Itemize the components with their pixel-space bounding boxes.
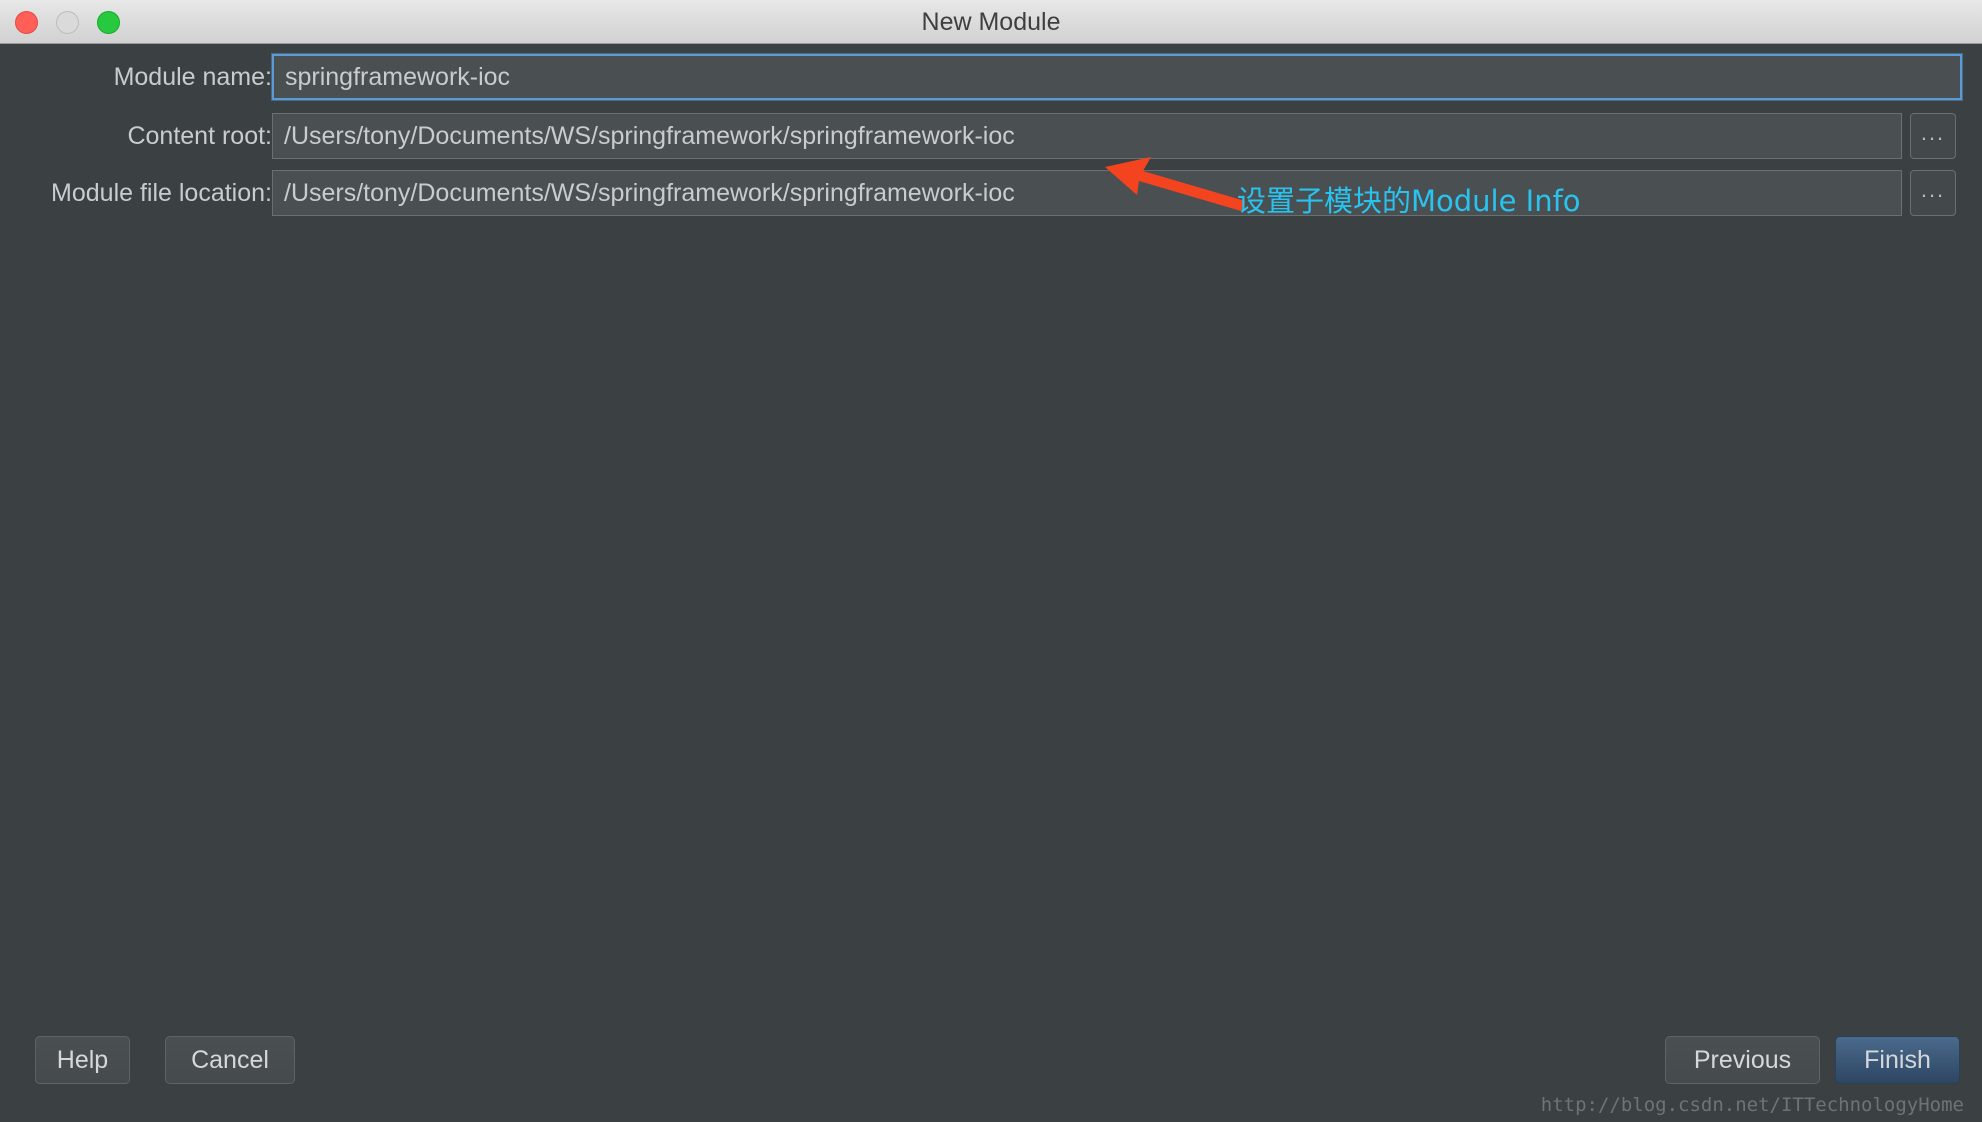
window-titlebar: New Module	[0, 0, 1982, 44]
cancel-button[interactable]: Cancel	[165, 1036, 295, 1084]
module-name-label: Module name:	[113, 63, 272, 91]
watermark-url: http://blog.csdn.net/ITTechnologyHome	[1540, 1094, 1964, 1116]
content-root-input[interactable]: /Users/tony/Documents/WS/springframework…	[272, 113, 1902, 159]
previous-button[interactable]: Previous	[1665, 1036, 1820, 1084]
annotation-arrow-icon	[1105, 157, 1245, 211]
module-name-input[interactable]: springframework-ioc	[272, 54, 1962, 100]
module-file-location-label: Module file location:	[51, 179, 272, 207]
content-root-label: Content root:	[127, 122, 272, 150]
form-row-module-file-location: Module file location: /Users/tony/Docume…	[0, 170, 1982, 216]
module-file-location-input[interactable]: /Users/tony/Documents/WS/springframework…	[272, 170, 1902, 216]
annotation-text: 设置子模块的Module Info	[1237, 184, 1581, 218]
finish-button[interactable]: Finish	[1835, 1036, 1960, 1084]
form-row-content-root: Content root: /Users/tony/Documents/WS/s…	[0, 113, 1982, 159]
module-file-location-browse-button[interactable]: ...	[1910, 170, 1956, 216]
form-row-module-name: Module name: springframework-ioc	[0, 54, 1982, 100]
help-button[interactable]: Help	[35, 1036, 130, 1084]
new-module-dialog: New Module Module name: springframework-…	[0, 0, 1982, 1122]
content-root-browse-button[interactable]: ...	[1910, 113, 1956, 159]
window-title: New Module	[921, 8, 1061, 36]
